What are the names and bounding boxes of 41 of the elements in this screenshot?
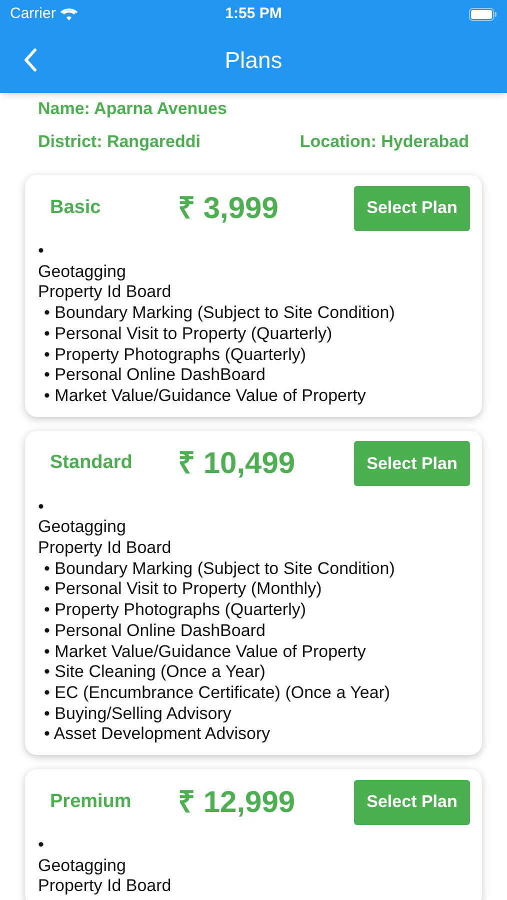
feature-line: •	[38, 241, 45, 262]
back-icon	[23, 48, 37, 72]
feature-line: • Boundary Marking (Subject to Site Condition)	[43, 303, 396, 324]
feature-line: • Personal Visit to Property (Monthly)	[43, 579, 323, 600]
feature-line: • Personal Visit to Property (Quarterly)	[43, 324, 334, 345]
plan-price: ₹ 10,499	[178, 446, 296, 482]
location-label: Location: Hyderabad	[300, 131, 469, 154]
feature-line: Property Id Board	[38, 876, 172, 898]
feature-line: • Site Cleaning (Once a Year)	[43, 662, 266, 683]
feature-line: Property Id Board	[38, 282, 172, 304]
plan-name: Basic	[50, 196, 102, 220]
property-name: Name: Aparna Avenues	[38, 98, 227, 120]
feature-line: • Personal Online DashBoard	[43, 365, 266, 386]
battery-icon	[468, 8, 497, 20]
select-plan-button[interactable]: Select Plan	[354, 186, 470, 230]
feature-line: •	[38, 496, 45, 518]
feature-line: •	[38, 835, 45, 856]
feature-line: • Property Photographs (Quarterly)	[43, 344, 308, 366]
select-plan-button[interactable]: Select Plan	[354, 441, 470, 486]
feature-line: Geotagging	[38, 517, 127, 538]
feature-line: • EC (Encumbrance Certificate) (Once a Year)	[43, 682, 392, 704]
plan-name: Standard	[50, 451, 134, 476]
feature-line: • Asset Development Advisory	[43, 724, 272, 746]
plan-price: ₹ 12,999	[178, 784, 296, 821]
feature-line: • Property Photographs (Quarterly)	[43, 600, 308, 621]
plan-price: ₹ 3,999	[178, 190, 280, 226]
district-label: District: Rangareddi	[38, 131, 200, 154]
feature-line: • Market Value/Guidance Value of Property	[43, 642, 367, 662]
carrier-label: Carrier	[10, 4, 56, 24]
plan-name: Premium	[50, 790, 132, 814]
wifi-icon	[60, 8, 78, 20]
feature-line: • Market Value/Guidance Value of Property	[43, 386, 367, 407]
status-time: 1:55 PM	[225, 4, 282, 24]
feature-line: Property Id Board	[38, 538, 172, 559]
feature-line: • Buying/Selling Advisory	[43, 704, 232, 724]
feature-line: Geotagging	[38, 262, 127, 282]
select-plan-button[interactable]: Select Plan	[354, 780, 470, 825]
page-title: Plans	[224, 46, 282, 76]
feature-line: Geotagging	[38, 856, 127, 876]
feature-line: • Personal Online DashBoard	[43, 620, 266, 642]
feature-line: • Boundary Marking (Subject to Site Condition)	[43, 558, 396, 580]
